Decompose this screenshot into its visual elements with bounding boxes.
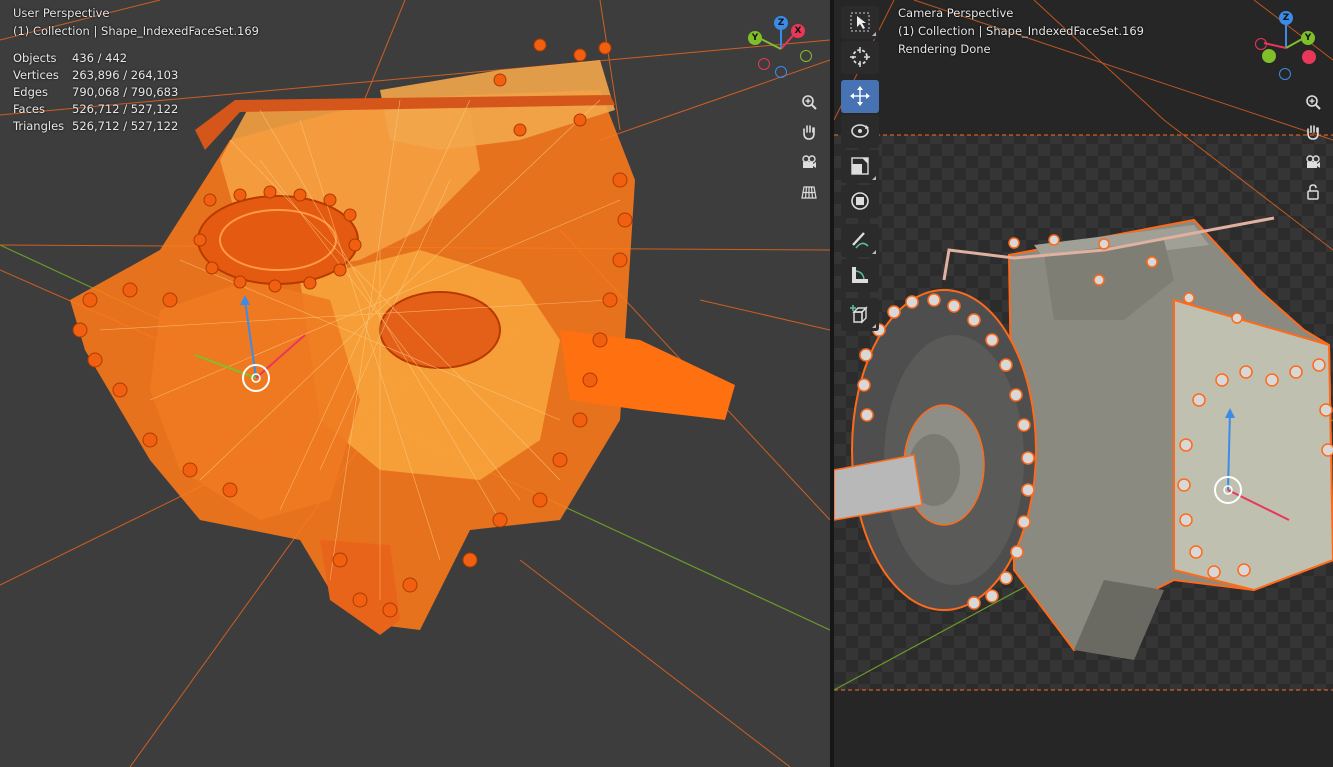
- rotate-tool[interactable]: [841, 115, 879, 148]
- lock-icon[interactable]: [1301, 180, 1325, 204]
- stat-value: 436 / 442: [72, 51, 128, 65]
- grid-view-icon[interactable]: [797, 180, 821, 204]
- viewport-user-perspective[interactable]: User Perspective (1) Collection | Shape_…: [0, 0, 830, 767]
- statistics-overlay: Objects 436 / 442 Vertices 263,896 / 264,1…: [13, 50, 178, 135]
- stat-row: Triangles 526,712 / 527,122: [13, 118, 178, 135]
- stat-label: Faces: [13, 102, 45, 116]
- navigation-gizmo[interactable]: Z Y: [1254, 10, 1324, 82]
- viewport-info: Camera Perspective (1) Collection | Shap…: [898, 4, 1144, 58]
- gizmo-z-axis[interactable]: Z: [774, 16, 788, 30]
- select-box-tool[interactable]: [841, 6, 879, 39]
- hand-pan-icon[interactable]: [1301, 120, 1325, 144]
- measure-tool[interactable]: [841, 259, 879, 292]
- annotate-tool[interactable]: [841, 224, 879, 257]
- rendered-scene[interactable]: [834, 0, 1333, 767]
- viewport-info: User Perspective (1) Collection | Shape_…: [13, 4, 259, 40]
- camera-view-icon[interactable]: [797, 150, 821, 174]
- gizmo-neg-y[interactable]: [800, 50, 812, 62]
- stat-row: Edges 790,068 / 790,683: [13, 84, 178, 101]
- stat-value: 526,712 / 527,122: [72, 119, 179, 133]
- navigation-gizmo[interactable]: Z X Y: [748, 14, 818, 84]
- stat-row: Objects 436 / 442: [13, 50, 178, 67]
- cursor-tool[interactable]: [841, 41, 879, 74]
- stat-label: Triangles: [13, 119, 65, 133]
- zoom-icon[interactable]: [797, 90, 821, 114]
- stat-value: 790,068 / 790,683: [72, 85, 179, 99]
- gizmo-neg-x[interactable]: [1255, 38, 1267, 50]
- stat-row: Faces 526,712 / 527,122: [13, 101, 178, 118]
- stat-value: 526,712 / 527,122: [72, 102, 179, 116]
- gizmo-x-axis[interactable]: [1302, 50, 1316, 64]
- gizmo-y-axis[interactable]: Y: [1301, 31, 1315, 45]
- render-status: Rendering Done: [898, 42, 991, 56]
- scale-tool[interactable]: [841, 150, 879, 183]
- perspective-label: Camera Perspective: [898, 6, 1014, 20]
- perspective-label: User Perspective: [13, 6, 110, 20]
- transform-tool[interactable]: [841, 185, 879, 218]
- gizmo-neg-x[interactable]: [758, 58, 770, 70]
- hand-pan-icon[interactable]: [797, 120, 821, 144]
- stat-value: 263,896 / 264,103: [72, 68, 179, 82]
- stat-label: Objects: [13, 51, 57, 65]
- stat-label: Edges: [13, 85, 48, 99]
- stat-row: Vertices 263,896 / 264,103: [13, 67, 178, 84]
- add-cube-tool[interactable]: [841, 298, 879, 331]
- collection-label: (1) Collection | Shape_IndexedFaceSet.16…: [13, 24, 259, 38]
- gizmo-neg-y[interactable]: [1262, 49, 1276, 63]
- move-tool[interactable]: [841, 80, 879, 113]
- camera-view-icon[interactable]: [1301, 150, 1325, 174]
- stat-label: Vertices: [13, 68, 59, 82]
- gizmo-neg-z[interactable]: [775, 66, 787, 78]
- viewport-camera-perspective[interactable]: Camera Perspective (1) Collection | Shap…: [834, 0, 1333, 767]
- collection-label: (1) Collection | Shape_IndexedFaceSet.16…: [898, 24, 1144, 38]
- zoom-icon[interactable]: [1301, 90, 1325, 114]
- gizmo-neg-z[interactable]: [1279, 68, 1291, 80]
- gizmo-y-axis[interactable]: Y: [748, 31, 762, 45]
- gizmo-z-axis[interactable]: Z: [1279, 11, 1293, 25]
- gizmo-x-axis[interactable]: X: [791, 24, 805, 38]
